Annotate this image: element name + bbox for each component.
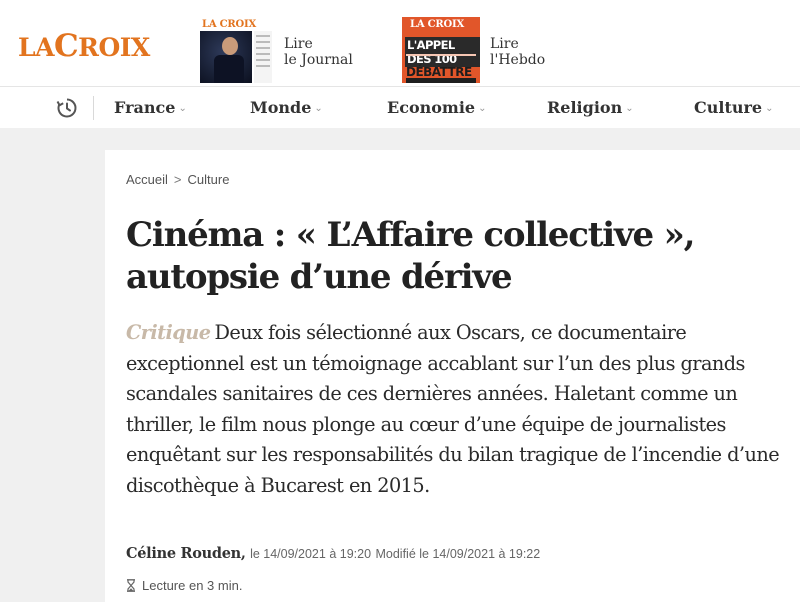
article-container: Accueil > Culture Cinéma : « L’Affaire col… — [105, 150, 800, 602]
journal-cover-thumbnail: LA CROIX — [196, 17, 274, 83]
article-lead: Critique Deux fois sélectionné aux Oscars… — [126, 318, 794, 501]
nav-item-label: Economie — [387, 98, 476, 117]
journal-label-line1: Lire — [284, 36, 313, 52]
reading-time: Lecture en 3 min. — [126, 578, 242, 593]
chevron-down-icon: ⌄ — [314, 103, 323, 114]
reading-time-text: Lecture en 3 min. — [142, 578, 243, 593]
logo-text-roix: ROIX — [78, 33, 150, 62]
nav-item-label: Religion — [547, 98, 623, 117]
breadcrumb-section-link[interactable]: Culture — [188, 172, 230, 187]
read-hebdo-link[interactable]: LA CROIX L'APPEL DES 100 DÉBATTRE Lire l… — [402, 17, 545, 83]
nav-item-culture[interactable]: Culture ⌄ — [694, 98, 773, 117]
nav-item-label: Culture — [694, 98, 763, 117]
hebdo-cover-masthead: LA CROIX — [410, 19, 465, 30]
breadcrumb: Accueil > Culture — [126, 172, 229, 187]
main-nav: France ⌄ Monde ⌄ Economie ⌄ Religion ⌄ Cultu… — [0, 86, 800, 128]
chevron-down-icon: ⌄ — [765, 103, 774, 114]
nav-item-religion[interactable]: Religion ⌄ — [547, 98, 634, 117]
hebdo-label-line2: l'Hebdo — [490, 52, 546, 68]
nav-item-monde[interactable]: Monde ⌄ — [250, 98, 323, 117]
article-lead-text: Deux fois sélectionné aux Oscars, ce doc… — [126, 321, 780, 497]
hebdo-cover-rule — [406, 54, 476, 56]
hebdo-cover-thumbnail: LA CROIX L'APPEL DES 100 DÉBATTRE — [402, 17, 480, 83]
nav-item-label: France — [114, 98, 176, 117]
publish-date: le 14/09/2021 à 19:20 — [250, 547, 372, 561]
nav-item-label: Monde — [250, 98, 312, 117]
journal-label: Lire le Journal — [284, 36, 353, 68]
chevron-down-icon: ⌄ — [178, 103, 187, 114]
journal-cover-masthead: LA CROIX — [202, 19, 257, 30]
byline: Céline Rouden, le 14/09/2021 à 19:20 Mod… — [126, 545, 540, 563]
read-journal-link[interactable]: LA CROIX Lire le Journal — [196, 17, 353, 83]
la-croix-logo[interactable]: LA C ROIX — [18, 28, 150, 64]
clock-icon[interactable] — [56, 97, 78, 119]
logo-text-c: C — [53, 28, 79, 64]
hebdo-cover-subheadline: DÉBATTRE — [406, 65, 472, 79]
hebdo-cover-bar — [406, 78, 476, 83]
hebdo-cover-headline: L'APPEL DES 100 — [405, 37, 480, 67]
article-title-line1: Cinéma : « L’Affaire collective », — [126, 215, 695, 255]
breadcrumb-separator: > — [173, 172, 182, 187]
logo-text-la: LA — [18, 33, 54, 62]
hourglass-icon — [127, 579, 135, 592]
hebdo-label: Lire l'Hebdo — [490, 36, 545, 68]
nav-item-france[interactable]: France ⌄ — [114, 98, 187, 117]
critique-tag: Critique — [126, 321, 211, 344]
chevron-down-icon: ⌄ — [625, 103, 634, 114]
author-link[interactable]: Céline Rouden, — [126, 545, 246, 562]
article-title: Cinéma : « L’Affaire collective », autop… — [126, 214, 776, 298]
breadcrumb-home-link[interactable]: Accueil — [126, 172, 168, 187]
hebdo-label-line1: Lire — [490, 36, 519, 52]
modified-date: Modifié le 14/09/2021 à 19:22 — [375, 547, 541, 561]
article-title-line2: autopsie d’une dérive — [126, 257, 513, 297]
nav-divider — [93, 96, 94, 120]
top-bar: LA C ROIX LA CROIX Lire le Journal LA CR… — [0, 0, 800, 86]
chevron-down-icon: ⌄ — [478, 103, 487, 114]
nav-item-economie[interactable]: Economie ⌄ — [387, 98, 487, 117]
journal-cover-sidebar — [254, 31, 272, 83]
journal-label-line2: le Journal — [284, 52, 353, 68]
journal-cover-photo — [200, 31, 252, 83]
